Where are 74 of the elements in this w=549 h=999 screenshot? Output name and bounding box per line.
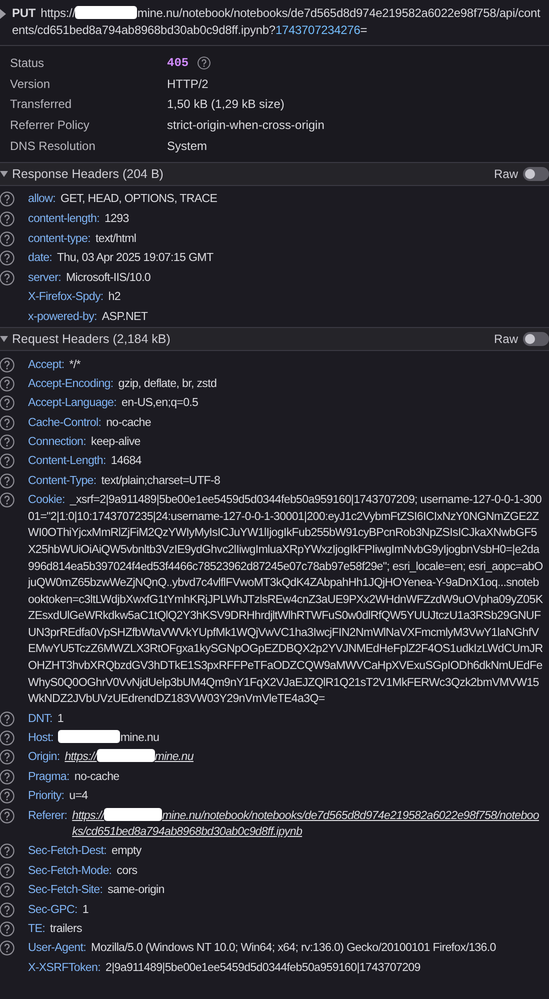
header-name: Origin: [28, 749, 60, 766]
help-icon[interactable] [0, 862, 15, 879]
help-icon[interactable] [0, 882, 15, 898]
header-line: x-powered-by: ASP.NET [28, 309, 149, 326]
header-line: date: Thu, 03 Apr 2025 19:07:15 GMT [28, 250, 214, 266]
help-icon[interactable] [0, 434, 15, 450]
help-icon[interactable] [0, 395, 15, 412]
header-line: X-XSRFToken: 2|9a911489|5be00e1ee5459d5d0344feb50a959160|1743707209 [28, 960, 422, 976]
section-title[interactable]: Request Headers (2,184 kB) [12, 330, 170, 348]
help-icon[interactable] [0, 270, 15, 286]
header-line: Host: mine.nu [28, 730, 160, 746]
summary-label: Referrer Policy [10, 117, 90, 134]
header-line: Content-Type: text/plain;charset=UTF-8 [28, 472, 222, 489]
section-title[interactable]: Response Headers (204 B) [12, 164, 164, 184]
header-line: X-Firefox-Spdy: h2 [28, 289, 122, 306]
help-icon[interactable] [0, 730, 15, 746]
disclosure-caret-icon[interactable] [0, 9, 8, 19]
raw-label: Raw [494, 331, 518, 348]
header-name: Referer: [28, 808, 68, 824]
help-icon[interactable] [0, 356, 15, 373]
raw-label: Raw [494, 166, 518, 183]
help-icon[interactable] [0, 808, 15, 824]
header-line: Accept-Encoding: gzip, deflate, br, zstd [28, 376, 218, 392]
header-line: Sec-Fetch-Site: same-origin [28, 882, 166, 898]
disclosure-caret-icon[interactable] [0, 168, 8, 179]
header-line: Accept: */* [28, 356, 82, 373]
header-line: server: Microsoft-IIS/10.0 [28, 270, 152, 286]
help-icon[interactable] [0, 843, 15, 860]
summary-value: HTTP/2 [167, 76, 208, 93]
summary-value: 1,50 kB (1,29 kB size) [167, 96, 284, 114]
header-line: Priority: u=4 [28, 788, 89, 804]
help-icon[interactable] [0, 492, 15, 508]
header-line: User-Agent: Mozilla/5.0 (Windows NT 10.0; Win64; x64; rv:136.0) Gecko/20100101 Firefox/136.0 [28, 940, 497, 956]
header-line: Cookie: _xsrf=2|9a911489|5be00e1ee5459d5d0344feb50a959160|1743707209; username-127-0-0-1-30001="2|1:0|10:1743707235|24:username-127-0-0-1-30001|200:eyJ1c2VybmFtZSI6ICIxNzY0NGNmZGE2ZWI0OThiYjcxMmRlZjFiM2QzYWIyMyIsICJuYW1lIjogIkFub255bW91cyBPcnRob3NpZSIsICJkaXNwbGF5X25hbWUiOiAiQW5vbnltb3VzIE9ydGhvc2lIiwgImluaXRpYWxzIjogIkFPIiwgImNvbG9yIjogbnVsbH0=|e2da996d814ea5b397024f4ed53f4466c78523962d87245e07c78ab97e58f29e"; esri_locale=en; esri_aopc=abOjuQW0mZ65bzwWeZjNQnQ..ybvd7c4vlflFVwoMT3kQdK4ZAbpahHh1JQjHOYenea-Y-9aDnX1oq...snotebooktoken=c3ltLWdjbXwxfG1tYmhKRjJPLWhJTzlsREw4cnZ3aUE9PXx2WHdnWFZzdW9uOVpha09yZ05KZEsxdUlGeWRkdkw5aC1tQlQ2Y3hKSV9DRHhrdjltWlhRTWFuS0w0dlRfQW5YUUJtczU1a3RSb29GNUFUN3prREdfa0VpSHZfbWtaVWVkYUpfMk1WQjVwVC1ha3IwcjFIN2NmWlNaVXFmcmlyM3VwY1laNGhfVEMwYU5TczZ6MWZLX3RtOFgxa1kySGNpOGpEZDBQX2p2YVJNMEdHeFplZ2F4OS1udkIzLWdCUmJROHZHT3hvbXRQbzdGV3hDTkE1S3pxRFFPeTFaODZCQW9aMWVCaHpXVExuSGpIODh6dkNmUEdFeWhyS0Q0OGhrV0VvNjdUelp3bUM4Qm9nY1FqX2VJaEJZQlR1Q21sT2V1MkFERWc3Qzk2bmVMVW15WkNDZ2JVbUVzUEdrendDZ183VW03Y29nVmVleTE4a3Q= [28, 492, 543, 708]
summary-label: Transferred [10, 96, 73, 114]
help-icon[interactable] [0, 376, 15, 392]
help-icon[interactable] [0, 211, 15, 228]
header-line: Sec-Fetch-Dest: empty [28, 843, 142, 860]
help-icon[interactable] [196, 56, 211, 70]
header-line: Pragma: no-cache [28, 768, 120, 785]
help-icon[interactable] [0, 902, 15, 918]
help-icon[interactable] [0, 453, 15, 470]
summary-value: strict-origin-when-cross-origin [167, 117, 324, 134]
help-icon[interactable] [0, 710, 15, 727]
header-line: DNT: 1 [28, 710, 64, 727]
help-icon[interactable] [0, 191, 15, 208]
help-icon[interactable] [0, 250, 15, 266]
header-line: content-length: 1293 [28, 211, 130, 228]
header-line: Accept-Language: en-US,en;q=0.5 [28, 395, 200, 412]
header-line: Sec-Fetch-Mode: cors [28, 862, 138, 879]
help-icon[interactable] [0, 788, 15, 804]
header-line: Sec-GPC: 1 [28, 902, 90, 918]
summary-label: DNS Resolution [10, 138, 96, 155]
header-link[interactable]: https:// mine.nu [64, 749, 543, 766]
status-code: 405 [167, 55, 189, 72]
header-line: Connection: keep-alive [28, 434, 142, 450]
help-icon[interactable] [0, 920, 15, 937]
raw-toggle[interactable] [523, 166, 549, 181]
header-line: allow: GET, HEAD, OPTIONS, TRACE [28, 191, 218, 208]
summary-label: Version [10, 76, 52, 93]
header-line: TE: trailers [28, 920, 83, 937]
help-icon[interactable] [0, 414, 15, 431]
header-line: content-type: text/html [28, 230, 138, 247]
help-icon[interactable] [0, 768, 15, 785]
raw-toggle[interactable] [523, 332, 549, 346]
header-line: Content-Length: 14684 [28, 453, 142, 470]
header-line: Cache-Control: no-cache [28, 414, 152, 431]
summary-label: Status [10, 55, 46, 72]
help-icon[interactable] [0, 230, 15, 247]
summary-value: System [167, 138, 208, 155]
help-icon[interactable] [0, 472, 15, 489]
help-icon[interactable] [0, 749, 15, 766]
disclosure-caret-icon[interactable] [0, 334, 8, 344]
help-icon[interactable] [0, 940, 15, 956]
